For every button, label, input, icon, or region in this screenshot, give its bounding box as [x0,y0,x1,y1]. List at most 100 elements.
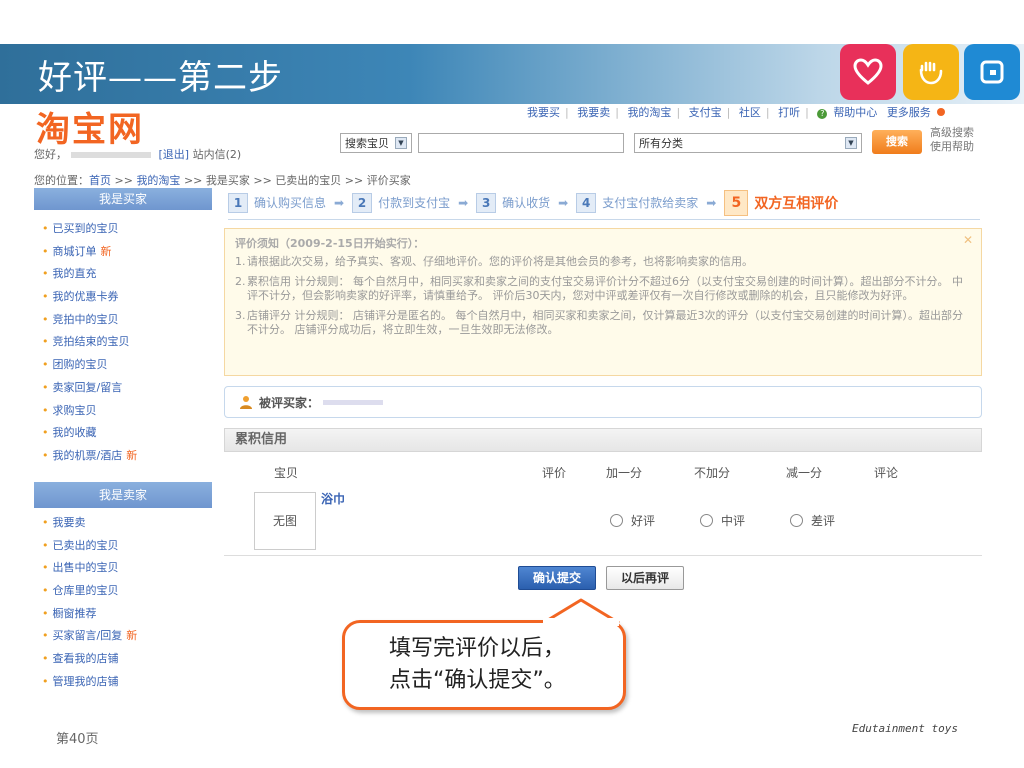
notice-item: 2. 累积信用 计分规则： 每个自然月中，相同买家和卖家之间的支付宝交易评价计分不… [235,275,963,302]
search-scope-value: 搜索宝贝 [345,137,389,150]
col-comment: 评论 [874,466,899,480]
breadcrumb-my-taobao[interactable]: 我的淘宝 [136,174,180,187]
review-later-button[interactable]: 以后再评 [606,566,684,590]
nav-my-taobao[interactable]: 我的淘宝 [627,106,671,119]
radio-circle-icon [610,514,623,527]
confirm-submit-button[interactable]: 确认提交 [518,566,596,590]
buyer-name-blur [323,399,384,405]
sidebar-item-label: 我要卖 [52,516,86,529]
sidebar-item-label: 我的优惠卡券 [52,290,119,304]
buyer-item[interactable]: 已买到的宝贝 [34,218,212,241]
buyer-item[interactable]: 我的收藏 [34,422,212,445]
greeting-text: 您好， [34,148,67,161]
arrow-right-icon: ➡ [458,195,469,210]
buyer-item[interactable]: 我的直充 [34,263,212,286]
sidebar-item-label: 仓库里的宝贝 [52,584,119,598]
breadcrumb-prefix: 您的位置： [34,174,89,187]
rating-good-radio[interactable]: 好评 [610,512,655,529]
col-plus-one: 加一分 [606,466,643,480]
messages-link[interactable]: 站内信(2) [193,148,242,161]
seller-item[interactable]: 橱窗推荐 [34,603,212,626]
seller-item[interactable]: 查看我的店铺 [34,648,212,671]
buyer-item[interactable]: 团购的宝贝 [34,354,212,377]
seller-item[interactable]: 出售中的宝贝 [34,557,212,580]
step-3: 3 确认收货 ➡ [476,192,568,213]
sidebar-item-label: 竞拍结束的宝贝 [52,335,130,349]
arrow-right-icon: ➡ [334,195,345,210]
buyer-item[interactable]: 求购宝贝 [34,400,212,423]
nav-sell[interactable]: 我要卖 [577,106,610,119]
buyer-item[interactable]: 竞拍中的宝贝 [34,309,212,332]
sidebar-item-label: 团购的宝贝 [52,358,108,372]
advanced-search-link[interactable]: 高级搜索 [930,126,974,140]
seller-item[interactable]: 我要卖 [34,512,212,535]
sidebar-seller-list: 我要卖已卖出的宝贝出售中的宝贝仓库里的宝贝橱窗推荐买家留言/回复新查看我的店铺管… [34,512,212,694]
review-notice: ✕ 评价须知（2009-2-15日开始实行）： 1. 请根据此次交易，给予真实、客… [224,228,982,376]
buyer-item[interactable]: 卖家回复/留言 [34,377,212,400]
nav-more[interactable]: 更多服务 [887,106,931,119]
col-item: 宝贝 [274,466,299,480]
item-link[interactable]: 浴巾 [321,490,345,507]
instruction-callout: 填写完评价以后， 点击“确认提交”。 [342,598,626,710]
logout-link[interactable]: [退出] [159,148,190,161]
item-thumbnail: 无图 [254,492,316,550]
radio-label: 好评 [631,514,656,528]
chevron-down-icon: ▼ [845,137,857,149]
taobao-logo[interactable]: 淘宝网 [36,102,144,151]
seller-item[interactable]: 买家留言/回复新 [34,625,212,648]
sidebar-item-label: 我的直充 [52,267,97,281]
callout-bubble: 填写完评价以后， 点击“确认提交”。 [342,620,626,710]
sidebar-buyer-title[interactable]: 我是买家 [34,188,212,210]
step-5-current: 5 双方互相评价 [724,189,838,216]
credit-section-title: 累积信用 [224,428,982,452]
nav-ask[interactable]: 打听 [778,106,800,119]
credit-table-header: 宝贝 评价 加一分 不加分 减一分 评论 [224,458,982,484]
hand-icon [903,44,959,100]
heart-icon [840,44,896,100]
search-button[interactable]: 搜索 [872,130,922,154]
rating-bad-radio[interactable]: 差评 [790,512,835,529]
nav-buy[interactable]: 我要买 [527,106,560,119]
buyer-item[interactable]: 我的优惠卡券 [34,286,212,309]
square-icon [964,44,1020,100]
search-links: 高级搜索 使用帮助 [930,126,974,154]
notice-item: 3. 店铺评分 计分规则： 店铺评分是匿名的。 每个自然月中，相同买家和卖家之间，… [235,309,963,336]
usage-help-link[interactable]: 使用帮助 [930,140,974,154]
sidebar-item-label: 查看我的店铺 [52,652,119,666]
step-label: 支付宝付款给卖家 [602,196,699,210]
step-label: 付款到支付宝 [378,196,451,210]
notice-text: 请根据此次交易，给予真实、客观、仔细地评价。您的评价将是其他会员的参考，也将影响… [247,255,753,268]
nav-community[interactable]: 社区 [739,106,761,119]
sidebar-item-label: 竞拍中的宝贝 [52,312,119,326]
nav-alipay[interactable]: 支付宝 [689,106,722,119]
step-label: 确认购买信息 [254,196,327,210]
notice-text: 累积信用 计分规则： 每个自然月中，相同买家和卖家之间的支付宝交易评价计分不超过… [247,275,963,302]
search-scope-select[interactable]: 搜索宝贝 ▼ [340,133,412,153]
seller-item[interactable]: 仓库里的宝贝 [34,580,212,603]
radio-circle-icon [790,514,803,527]
top-navigation: 我要买 | 我要卖 | 我的淘宝 | 支付宝 | 社区 | 打听 | ? 帮助中心 更多服务 [524,104,948,120]
sidebar-item-label: 我的机票/酒店 [52,448,123,462]
buyer-item[interactable]: 商城订单新 [34,241,212,264]
buyer-item[interactable]: 竞拍结束的宝贝 [34,331,212,354]
sidebar-buyer-list: 已买到的宝贝商城订单新我的直充我的优惠卡券竞拍中的宝贝竞拍结束的宝贝团购的宝贝卖… [34,218,212,468]
buyer-item[interactable]: 我的机票/酒店新 [34,445,212,468]
step-4: 4 支付宝付款给卖家 ➡ [576,192,716,213]
reviewed-buyer-box: 被评买家： [224,386,982,418]
step-number: 3 [476,192,497,213]
sidebar-item-label: 卖家回复/留言 [52,380,123,394]
search-input[interactable] [418,133,624,153]
close-icon[interactable]: ✕ [963,233,973,247]
sidebar-seller-title[interactable]: 我是卖家 [34,482,212,508]
sidebar-item-label: 出售中的宝贝 [52,561,119,575]
category-select[interactable]: 所有分类 ▼ [634,133,862,153]
step-2: 2 付款到支付宝 ➡ [352,192,469,213]
breadcrumb-home[interactable]: 首页 [89,174,111,187]
new-badge: 新 [126,448,138,462]
rating-neutral-radio[interactable]: 中评 [700,512,745,529]
new-badge: 新 [126,629,138,643]
seller-item[interactable]: 已卖出的宝贝 [34,535,212,558]
new-badge: 新 [100,244,112,258]
nav-help[interactable]: 帮助中心 [833,106,877,119]
seller-item[interactable]: 管理我的店铺 [34,671,212,694]
